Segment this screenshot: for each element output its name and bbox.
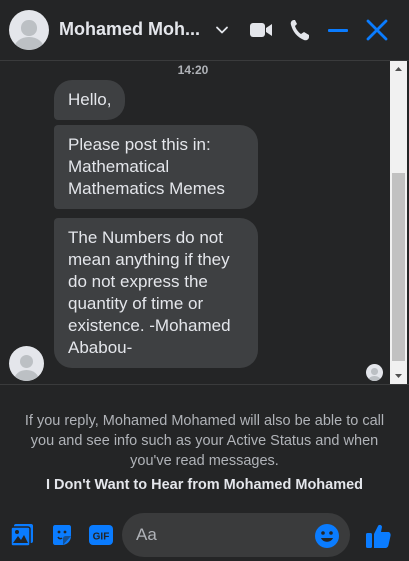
phone-icon[interactable] — [289, 18, 311, 42]
svg-text:GIF: GIF — [93, 532, 110, 543]
chat-header: Mohamed Moh... — [0, 0, 409, 61]
scroll-down-button[interactable] — [390, 367, 407, 384]
scroll-up-arrow-icon — [395, 67, 402, 71]
message-request-notice: If you reply, Mohamed Mohamed will also … — [0, 384, 409, 500]
avatar-head — [19, 355, 34, 369]
video-call-icon[interactable] — [249, 18, 273, 42]
scrollbar-thumb[interactable] — [392, 173, 405, 361]
message-timestamp: 14:20 — [177, 63, 209, 77]
avatar-head — [21, 20, 37, 36]
photo-icon[interactable] — [10, 523, 34, 547]
block-contact-link[interactable]: I Don't Want to Hear from Mohamed Mohame… — [0, 477, 409, 493]
avatar-head — [371, 368, 378, 375]
message-list: 14:20 Hello, Please post this in: Mathem… — [0, 61, 409, 384]
avatar-body — [14, 37, 44, 50]
message-bubble[interactable]: The Numbers do not mean anything if they… — [54, 218, 258, 368]
close-icon[interactable] — [365, 18, 389, 42]
message-bubble[interactable]: Please post this in: Mathematical Mathem… — [54, 125, 258, 209]
message-bubble[interactable]: Hello, — [54, 80, 126, 120]
chat-scrollbar[interactable] — [386, 61, 409, 384]
scroll-up-button[interactable] — [390, 61, 407, 78]
sender-avatar[interactable] — [9, 346, 44, 381]
sticker-icon[interactable] — [50, 523, 74, 547]
minimize-icon[interactable] — [326, 18, 350, 42]
gif-icon[interactable]: GIF — [88, 523, 114, 547]
like-icon[interactable] — [364, 522, 392, 550]
contact-name[interactable]: Mohamed Moh... — [59, 19, 200, 40]
chevron-down-icon[interactable] — [214, 22, 230, 38]
emoji-icon[interactable] — [314, 523, 340, 549]
notice-text: If you reply, Mohamed Mohamed will also … — [24, 413, 385, 469]
message-composer: GIF — [0, 500, 409, 561]
scroll-down-arrow-icon — [395, 374, 402, 378]
seen-indicator-avatar — [366, 364, 383, 381]
avatar-body — [368, 375, 381, 381]
contact-avatar[interactable] — [9, 10, 49, 50]
avatar-body — [13, 369, 40, 381]
